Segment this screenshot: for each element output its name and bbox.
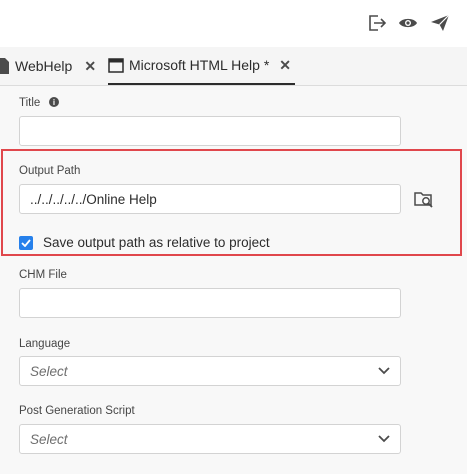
- title-input[interactable]: [19, 116, 401, 146]
- chevron-down-icon: [378, 367, 390, 375]
- output-path-input[interactable]: ../../../../../Online Help: [19, 184, 401, 214]
- chevron-down-icon: [378, 435, 390, 443]
- tab-bar: WebHelp ✕ Microsoft HTML Help * ✕: [0, 47, 467, 86]
- browse-folder-icon[interactable]: [414, 190, 434, 208]
- checkmark-icon: [21, 239, 31, 247]
- relative-path-checkbox-label[interactable]: Save output path as relative to project: [43, 235, 270, 250]
- tab-label: Microsoft HTML Help *: [129, 57, 270, 73]
- document-icon: [0, 58, 9, 74]
- info-icon[interactable]: i: [49, 97, 59, 107]
- close-icon[interactable]: ✕: [84, 58, 96, 75]
- top-toolbar: [0, 0, 467, 47]
- window-icon: [108, 57, 124, 73]
- close-icon[interactable]: ✕: [279, 57, 291, 74]
- post-generation-script-select[interactable]: Select: [19, 424, 401, 454]
- post-generation-script-value: Select: [30, 431, 68, 447]
- language-label: Language: [19, 338, 71, 350]
- chm-file-input[interactable]: [19, 288, 401, 318]
- exit-icon[interactable]: [366, 12, 388, 34]
- eye-icon[interactable]: [397, 12, 419, 34]
- title-label: Title: [19, 97, 41, 109]
- output-path-label: Output Path: [19, 165, 81, 177]
- tab-label: WebHelp: [15, 58, 73, 74]
- post-generation-script-label: Post Generation Script: [19, 405, 135, 417]
- send-icon[interactable]: [429, 12, 451, 34]
- tab-microsoft-html-help[interactable]: Microsoft HTML Help * ✕: [108, 47, 296, 85]
- chm-file-label: CHM File: [19, 269, 67, 281]
- language-select-value: Select: [30, 363, 68, 379]
- relative-path-checkbox[interactable]: [19, 236, 33, 250]
- language-select[interactable]: Select: [19, 356, 401, 386]
- tab-webhelp[interactable]: WebHelp ✕: [0, 47, 96, 85]
